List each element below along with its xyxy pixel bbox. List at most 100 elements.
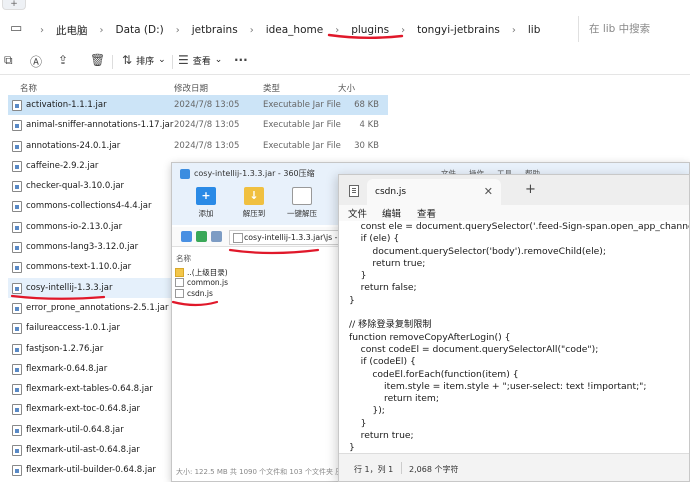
breadcrumb-jetbrains[interactable]: jetbrains — [190, 24, 240, 36]
notepad-menu-bar: 文件 编辑 查看 — [339, 205, 689, 221]
code-line: } — [349, 270, 367, 282]
chevron-right-icon[interactable]: › — [176, 25, 180, 36]
chevron-right-icon[interactable]: › — [250, 25, 254, 36]
file-row[interactable]: activation-1.1.1.jar 2024/7/8 13:05 Execut… — [8, 95, 388, 116]
toolbar-divider — [112, 55, 113, 69]
sort-icon: ⇅ — [122, 53, 133, 67]
zip-extract-to-button[interactable]: ↓ 解压到 — [232, 187, 276, 219]
up-icon[interactable] — [181, 231, 192, 242]
chevron-right-icon[interactable]: › — [512, 25, 516, 36]
file-type: Executable Jar File — [263, 140, 341, 151]
file-row[interactable]: animal-sniffer-annotations-1.17.jar 2024/… — [8, 115, 388, 135]
notepad-editor[interactable]: const ele = document.querySelector('.fee… — [339, 221, 689, 455]
code-line: } — [349, 294, 355, 306]
jar-file-icon — [12, 221, 22, 233]
file-row[interactable]: annotations-24.0.1.jar 2024/7/8 13:05 Exec… — [8, 136, 388, 156]
breadcrumb-plugins[interactable]: plugins — [349, 24, 391, 36]
code-line: if (codeEl) { — [349, 356, 416, 368]
rename-icon[interactable]: Ⓐ — [30, 53, 42, 70]
sort-button[interactable]: ⇅ 排序 ⌄ — [122, 53, 166, 67]
breadcrumb-idea-home[interactable]: idea_home — [264, 24, 326, 36]
zip-item-label: ..(上级目录) — [187, 268, 228, 277]
jar-file-icon — [12, 120, 22, 132]
column-name[interactable]: 名称 — [20, 82, 37, 94]
document-icon — [292, 187, 312, 205]
jar-file-icon — [12, 445, 22, 457]
share-icon[interactable]: ⇪ — [58, 53, 68, 67]
column-size[interactable]: 大小 — [338, 82, 355, 94]
file-name: fastjson-1.2.76.jar — [26, 343, 104, 354]
zip-item-parent[interactable]: ..(上级目录) — [175, 267, 228, 278]
folder-view-icon[interactable] — [196, 231, 207, 242]
zip-add-button[interactable]: + 添加 — [184, 187, 228, 219]
chevron-right-icon[interactable]: › — [401, 25, 405, 36]
nav-up-icon[interactable]: ▭ — [10, 21, 22, 36]
column-type[interactable]: 类型 — [263, 82, 280, 94]
new-tab-button[interactable]: + — [2, 0, 26, 10]
breadcrumb: › 此电脑 › Data (D:) › jetbrains › idea_hom… — [30, 21, 542, 39]
zip-item-label: common.js — [187, 278, 229, 287]
copy-icon[interactable]: ⧉ — [4, 53, 13, 68]
jar-file-icon — [12, 262, 22, 274]
folder-icon — [175, 268, 184, 277]
breadcrumb-tongyi-jetbrains[interactable]: tongyi-jetbrains — [415, 24, 502, 36]
jar-file-icon — [12, 465, 22, 477]
file-size: 4 KB — [359, 120, 379, 131]
jar-file-icon — [12, 242, 22, 254]
breadcrumb-this-pc[interactable]: 此电脑 — [54, 23, 90, 38]
notepad-menu-view[interactable]: 查看 — [417, 206, 436, 220]
file-name: checker-qual-3.10.0.jar — [26, 181, 125, 192]
file-name: error_prone_annotations-2.5.1.jar — [26, 302, 169, 313]
zip-column-name[interactable]: 名称 — [176, 253, 191, 264]
zip-one-click-extract-button[interactable]: 一键解压 — [280, 187, 324, 219]
breadcrumb-lib[interactable]: lib — [526, 24, 543, 36]
list-view-icon[interactable] — [211, 231, 222, 242]
file-name: flexmark-ext-tables-0.64.8.jar — [26, 384, 153, 395]
file-name: flexmark-0.64.8.jar — [26, 363, 108, 374]
chevron-right-icon[interactable]: › — [335, 25, 339, 36]
file-type: Executable Jar File — [263, 100, 341, 110]
notepad-window: csdn.js ✕ + 文件 编辑 查看 const ele = documen… — [338, 174, 690, 482]
chevron-right-icon[interactable]: › — [100, 25, 104, 36]
file-name: commons-io-2.13.0.jar — [26, 221, 123, 232]
jar-file-icon — [12, 343, 22, 355]
file-name: flexmark-util-builder-0.64.8.jar — [26, 465, 156, 476]
status-divider — [401, 462, 402, 474]
file-modified: 2024/7/8 13:05 — [174, 120, 240, 131]
jar-file-icon — [12, 323, 22, 335]
close-icon[interactable]: ✕ — [484, 185, 493, 198]
file-name: activation-1.1.1.jar — [26, 100, 107, 110]
delete-icon[interactable]: 🗑 — [90, 53, 105, 67]
code-line: const ele = document.querySelector('.fee… — [349, 221, 690, 232]
notepad-tab-title: csdn.js — [375, 187, 407, 197]
notepad-tab-bar: csdn.js ✕ + — [339, 175, 689, 205]
file-name: cosy-intellij-1.3.3.jar — [26, 282, 113, 293]
code-line: return true; — [349, 430, 414, 442]
jar-file-icon — [12, 140, 22, 152]
cursor-position: 行 1，列 1 — [354, 465, 394, 474]
notepad-menu-edit[interactable]: 编辑 — [382, 206, 401, 220]
view-button[interactable]: ☰ 查看 ⌄ — [178, 53, 222, 67]
code-line: codeEl.forEach(function(item) { — [349, 368, 519, 380]
new-tab-button[interactable]: + — [525, 182, 536, 197]
chevron-down-icon: ⌄ — [158, 55, 166, 65]
notepad-app-icon — [349, 185, 359, 197]
column-modified[interactable]: 修改日期 — [174, 82, 208, 94]
notepad-tab-csdn-js[interactable]: csdn.js ✕ — [367, 179, 501, 205]
jar-file-icon — [12, 100, 22, 111]
explorer-toolbar: ⧉ Ⓐ ⇪ 🗑 ⇅ 排序 ⌄ ☰ 查看 ⌄ ··· — [0, 47, 690, 75]
add-icon: + — [196, 187, 216, 205]
more-button[interactable]: ··· — [234, 53, 248, 67]
search-input[interactable]: 在 lib 中搜索 — [578, 16, 690, 42]
view-label: 查看 — [192, 56, 211, 67]
breadcrumb-data-drive[interactable]: Data (D:) — [114, 24, 166, 36]
notepad-menu-file[interactable]: 文件 — [348, 206, 367, 220]
zip-item-common-js[interactable]: common.js — [175, 278, 228, 287]
file-name: flexmark-ext-toc-0.64.8.jar — [26, 404, 141, 415]
file-size: 30 KB — [354, 140, 379, 151]
zip-item-csdn-js[interactable]: csdn.js — [175, 289, 213, 298]
jar-file-icon — [12, 201, 22, 213]
file-modified: 2024/7/8 13:05 — [174, 140, 240, 151]
jar-file-icon — [12, 282, 22, 294]
explorer-address-bar: + ▭ › 此电脑 › Data (D:) › jetbrains › idea… — [0, 0, 690, 46]
